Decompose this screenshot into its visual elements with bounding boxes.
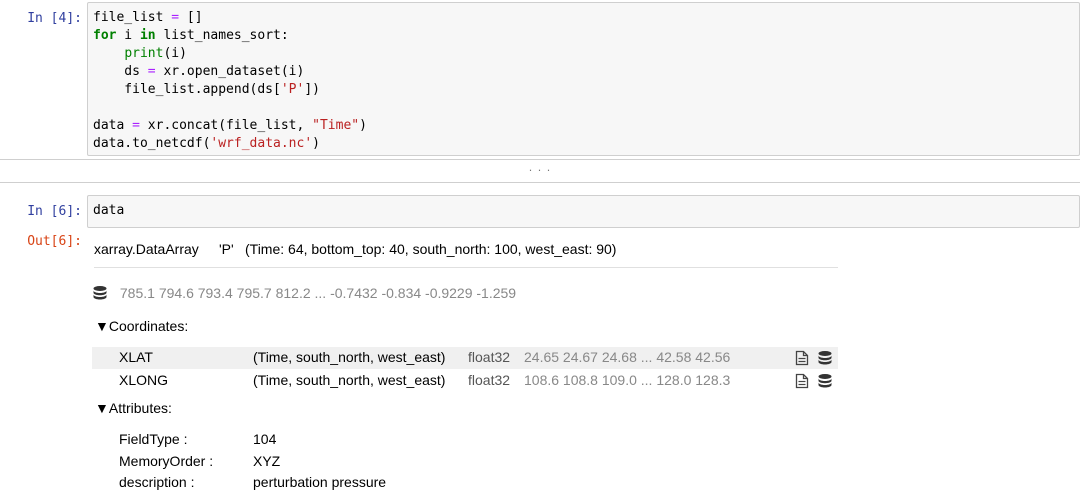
- collapsed-output-marker[interactable]: · · ·: [0, 164, 1080, 177]
- database-icon[interactable]: [817, 373, 833, 389]
- attr-key: FieldType :: [119, 431, 188, 447]
- code-line: file_list = []: [93, 10, 203, 25]
- coordinates-section-toggle[interactable]: ▼Coordinates:: [95, 318, 188, 334]
- code-line: data: [93, 203, 125, 218]
- attr-value: perturbation pressure: [253, 474, 387, 490]
- data-preview[interactable]: 785.1 794.6 793.4 795.7 812.2 ... -0.743…: [92, 285, 516, 301]
- code-line: ds = xr.open_dataset(i): [93, 64, 305, 79]
- cell-divider: [0, 159, 1080, 160]
- xarray-type: xarray.DataArray: [94, 241, 199, 257]
- code-line: data = xr.concat(file_list, "Time"): [93, 118, 367, 133]
- attributes-section-toggle[interactable]: ▼Attributes:: [95, 400, 172, 416]
- code-line: data.to_netcdf('wrf_data.nc'): [93, 136, 320, 151]
- coord-dtype: float32: [468, 372, 511, 388]
- xarray-name: 'P': [219, 241, 234, 257]
- coord-row-xlat: XLAT (Time, south_north, west_east) floa…: [92, 347, 838, 369]
- code-cell-4[interactable]: In [4]: file_list = [] for i in list_name…: [0, 0, 1080, 159]
- file-text-icon[interactable]: [795, 350, 809, 366]
- coord-name: XLAT: [119, 349, 153, 365]
- coord-preview: 108.6 108.8 109.0 ... 128.0 128.3: [524, 372, 731, 388]
- code-line: print(i): [124, 46, 187, 61]
- coord-name: XLONG: [119, 372, 169, 388]
- database-icon[interactable]: [92, 285, 108, 301]
- cell-divider: [0, 182, 1080, 183]
- xarray-dims: (Time: 64, bottom_top: 40, south_north: …: [245, 241, 617, 257]
- code-editor[interactable]: file_list = [] for i in list_names_sort: …: [87, 2, 1080, 156]
- attr-value: 104: [253, 431, 277, 447]
- coord-dims: (Time, south_north, west_east): [253, 349, 446, 365]
- coord-dtype: float32: [468, 349, 511, 365]
- coord-dims: (Time, south_north, west_east): [253, 372, 446, 388]
- coord-preview: 24.65 24.67 24.68 ... 42.58 42.56: [524, 349, 731, 365]
- code-line: for i in list_names_sort:: [93, 28, 289, 43]
- database-icon[interactable]: [817, 350, 833, 366]
- attr-key: description :: [119, 474, 195, 490]
- xarray-header: xarray.DataArray 'P' (Time: 64, bottom_t…: [94, 239, 838, 268]
- coord-icons: [795, 373, 833, 389]
- code-editor[interactable]: data: [87, 195, 1080, 228]
- input-prompt: In [6]:: [27, 204, 82, 219]
- code-cell-6[interactable]: In [6]: data Out[6]:: [0, 190, 1080, 495]
- attr-value: XYZ: [253, 453, 281, 469]
- coord-row-xlong: XLONG (Time, south_north, west_east) flo…: [92, 370, 838, 392]
- input-prompt: In [4]:: [27, 11, 82, 26]
- coord-icons: [795, 350, 833, 366]
- data-preview-values: 785.1 794.6 793.4 795.7 812.2 ... -0.743…: [119, 285, 517, 301]
- file-text-icon[interactable]: [795, 373, 809, 389]
- output-prompt: Out[6]:: [27, 234, 82, 249]
- code-line: file_list.append(ds['P']): [93, 82, 320, 97]
- attr-key: MemoryOrder :: [119, 453, 214, 469]
